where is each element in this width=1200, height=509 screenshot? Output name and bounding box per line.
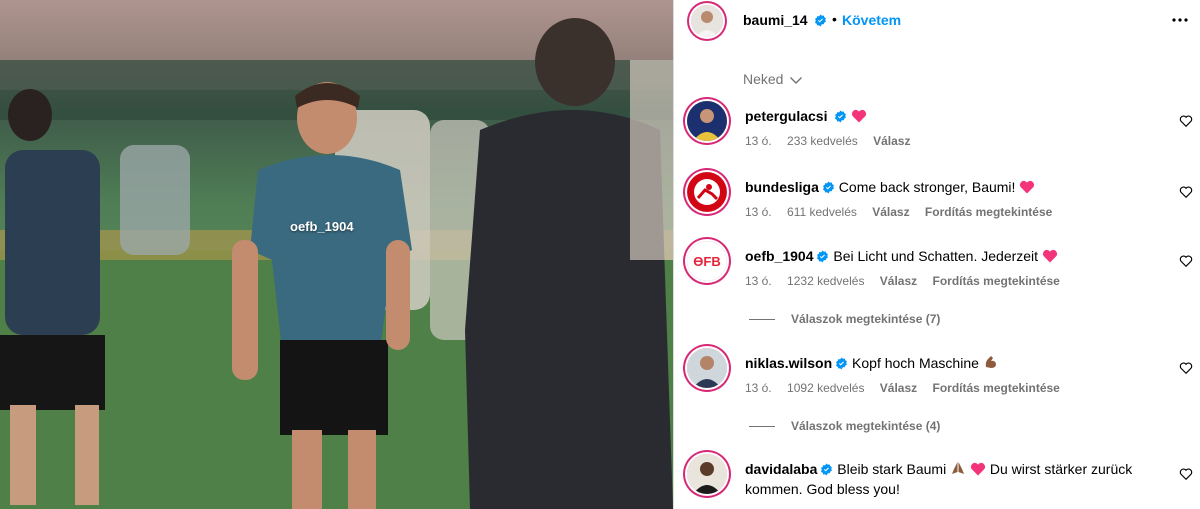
comments-panel: baumi_14 • Követem Neked petergulacsi 13… [674,0,1200,509]
commenter-avatar[interactable] [687,454,727,494]
see-translation-button[interactable]: Fordítás megtekintése [925,205,1052,219]
replies-line [749,426,775,428]
like-heart-icon[interactable] [1179,361,1193,375]
view-replies-label: Válaszok megtekintése (4) [791,419,941,433]
follow-button[interactable]: Követem [842,12,901,28]
chevron-down-icon [790,77,803,84]
pink-heart-emoji-icon [1042,249,1058,263]
reply-button[interactable]: Válasz [880,381,917,395]
comment-text: petergulacsi [745,106,1165,126]
praying-hands-emoji-icon [952,462,965,474]
commenter-avatar[interactable] [687,348,727,388]
separator-dot: • [832,11,837,27]
commenter-avatar[interactable] [687,101,727,141]
verified-icon [836,357,848,370]
verified-icon [821,463,833,476]
view-replies-label: Válaszok megtekintése (7) [791,312,941,326]
author-avatar[interactable] [691,5,723,37]
verified-icon [835,110,847,123]
verified-icon [815,14,827,27]
see-translation-button[interactable]: Fordítás megtekintése [932,274,1059,288]
pink-heart-emoji-icon [1020,180,1035,194]
photo-scene [0,0,673,509]
comment-username[interactable]: davidalaba [745,461,817,477]
sort-label: Neked [743,71,784,87]
comment-username[interactable]: oefb_1904 [745,248,813,264]
comment-body: Bei Licht und Schatten. Jederzeit [833,248,1039,264]
reply-button[interactable]: Válasz [873,134,910,148]
comment-likes[interactable]: 611 kedvelés [787,205,857,219]
view-replies-button[interactable]: Válaszok megtekintése (7) [749,312,940,326]
comment-time[interactable]: 13 ó. [745,381,772,395]
comment-meta: 13 ó. 1092 kedvelés Válasz Fordítás megt… [745,381,1072,395]
like-heart-icon[interactable] [1179,467,1193,481]
comment-meta: 13 ó. 233 kedvelés Válasz [745,134,922,148]
comment-time[interactable]: 13 ó. [745,134,772,148]
author-username-row: baumi_14 [743,12,827,28]
comment-text: bundesliga Come back stronger, Baumi! [745,177,1165,197]
comment-username[interactable]: niklas.wilson [745,355,832,371]
pink-heart-emoji-icon [852,109,867,123]
reply-button[interactable]: Válasz [880,274,917,288]
comment-meta: 13 ó. 1232 kedvelés Válasz Fordítás megt… [745,274,1072,288]
sort-dropdown[interactable]: Neked [743,71,803,87]
svg-text:ӨFB: ӨFB [693,254,720,269]
like-heart-icon[interactable] [1179,254,1193,268]
user-tag[interactable]: oefb_1904 [290,219,354,234]
view-replies-button[interactable]: Válaszok megtekintése (4) [749,419,940,433]
pink-heart-emoji-icon [970,462,986,476]
comment-likes[interactable]: 233 kedvelés [787,134,858,148]
verified-icon [817,250,829,263]
comment-body-part1: Bleib stark Baumi [837,461,947,477]
comment-time[interactable]: 13 ó. [745,205,772,219]
comment-text: niklas.wilson Kopf hoch Maschine [745,353,1165,373]
comment-time[interactable]: 13 ó. [745,274,772,288]
author-username[interactable]: baumi_14 [743,12,808,28]
comment-body: Kopf hoch Maschine [852,355,979,371]
flexed-biceps-emoji-icon [985,356,996,368]
comment-text: davidalaba Bleib stark Baumi Du wirst st… [745,459,1165,499]
more-options-icon[interactable] [1168,8,1192,32]
comment-likes[interactable]: 1232 kedvelés [787,274,864,288]
replies-line [749,319,775,321]
reply-button[interactable]: Válasz [872,205,909,219]
comment-text: oefb_1904 Bei Licht und Schatten. Jederz… [745,246,1165,266]
commenter-avatar[interactable]: ӨFB [687,241,727,281]
verified-icon [822,181,834,194]
see-translation-button[interactable]: Fordítás megtekintése [932,381,1059,395]
comment-meta: 13 ó. 611 kedvelés Válasz Fordítás megte… [745,205,1064,219]
comment-username[interactable]: petergulacsi [745,108,827,124]
comment-username[interactable]: bundesliga [745,179,819,195]
comment-body: Come back stronger, Baumi! [838,179,1016,195]
like-heart-icon[interactable] [1179,185,1193,199]
commenter-avatar[interactable] [687,172,727,212]
like-heart-icon[interactable] [1179,114,1193,128]
post-header: baumi_14 • Követem [674,0,1200,44]
comment-likes[interactable]: 1092 kedvelés [787,381,864,395]
post-photo[interactable]: oefb_1904 [0,0,673,509]
